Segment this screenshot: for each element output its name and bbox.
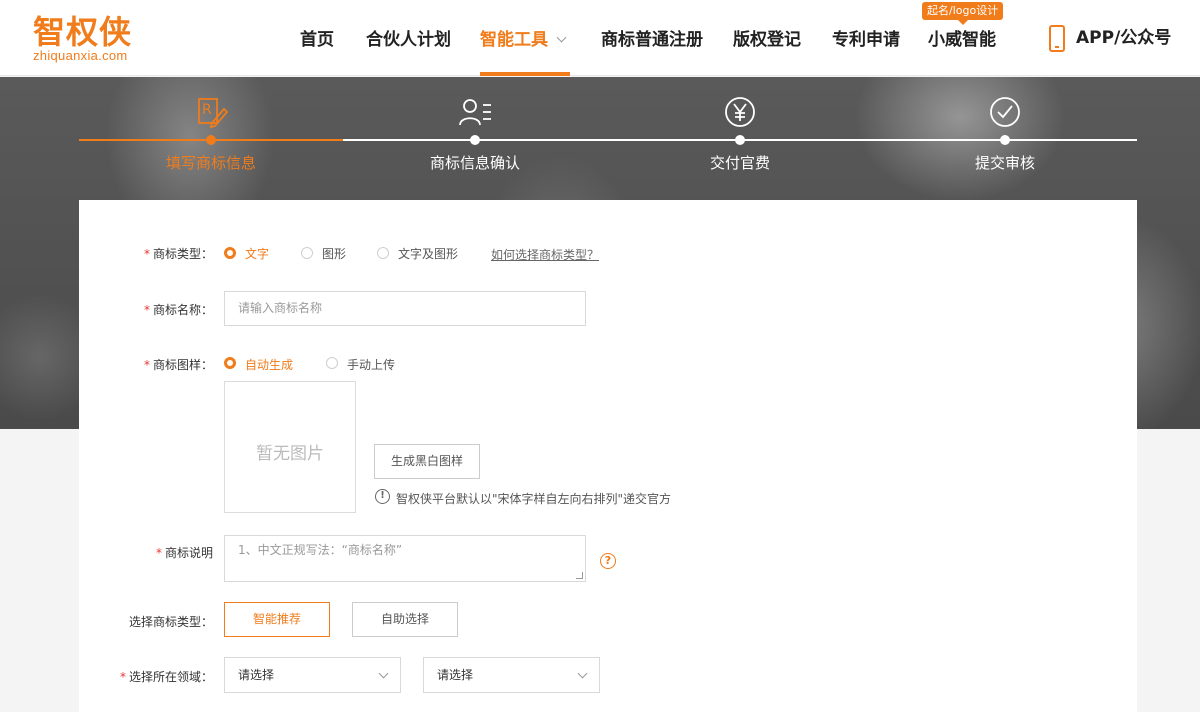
nav-app-wechat[interactable]: APP/公众号 bbox=[1076, 26, 1171, 54]
no-image-text: 暂无图片 bbox=[256, 444, 324, 464]
trademark-description-textarea[interactable]: 1、中文正规写法：“商标名称” bbox=[224, 535, 586, 582]
trademark-form: * 商标类型： 文字 图形 文字及图形 如何选择商标类型？ * 商标名称： 请输入商… bbox=[79, 200, 1137, 712]
step-dot-2 bbox=[470, 135, 480, 145]
pattern-label: * 商标图样： bbox=[143, 358, 213, 372]
site-logo[interactable]: 智权侠 zhiquanxia.com bbox=[33, 14, 163, 70]
choose-type-label: 选择商标类型： bbox=[128, 615, 213, 629]
type-radio-text[interactable] bbox=[224, 247, 236, 259]
chevron-down-icon bbox=[556, 32, 567, 43]
nav-partner-program[interactable]: 合伙人计划 bbox=[366, 28, 451, 56]
logo-domain: zhiquanxia.com bbox=[33, 48, 128, 63]
field-select-primary-value: 请选择 bbox=[238, 668, 275, 682]
description-label: * 商标说明 bbox=[155, 546, 213, 560]
step-label-4: 提交审核 bbox=[974, 154, 1035, 172]
nav-smart-tools-label: 智能工具 bbox=[480, 30, 548, 50]
nav-home[interactable]: 首页 bbox=[300, 28, 334, 56]
nav-active-indicator bbox=[480, 72, 570, 76]
nav-smart-tools[interactable]: 智能工具 bbox=[480, 28, 567, 56]
pattern-note: 智权侠平台默认以"宋体字样自左向右排列"递交官方 bbox=[396, 492, 672, 506]
field-select-secondary[interactable]: 请选择 bbox=[423, 657, 600, 693]
pattern-radio-upload[interactable] bbox=[326, 357, 338, 369]
pattern-option-upload[interactable]: 手动上传 bbox=[347, 356, 395, 373]
site-header: 智权侠 zhiquanxia.com 首页 合伙人计划 智能工具 商标普通注册 … bbox=[0, 0, 1200, 76]
pattern-preview-box: 暂无图片 bbox=[224, 381, 356, 513]
type-option-text-graphic[interactable]: 文字及图形 bbox=[398, 245, 458, 262]
field-select-secondary-value: 请选择 bbox=[437, 668, 474, 682]
trademark-name-input[interactable]: 请输入商标名称 bbox=[224, 291, 586, 326]
chevron-down-icon bbox=[577, 668, 588, 679]
type-option-text[interactable]: 文字 bbox=[245, 245, 269, 262]
type-option-graphic[interactable]: 图形 bbox=[322, 245, 346, 262]
description-placeholder: 1、中文正规写法：“商标名称” bbox=[238, 543, 403, 557]
self-select-button[interactable]: 自助选择 bbox=[352, 602, 458, 637]
question-icon[interactable]: ? bbox=[600, 553, 616, 569]
step-dot-4 bbox=[1000, 135, 1010, 145]
name-label: * 商标名称： bbox=[143, 303, 213, 317]
step-label-2: 商标信息确认 bbox=[429, 154, 520, 172]
nav-copyright-registration[interactable]: 版权登记 bbox=[733, 28, 801, 56]
smart-recommend-button[interactable]: 智能推荐 bbox=[224, 602, 330, 637]
generate-bw-pattern-button[interactable]: 生成黑白图样 bbox=[374, 444, 480, 479]
field-label: * 选择所在领域： bbox=[119, 670, 213, 684]
nav-xiaowei-smart[interactable]: 小威智能 bbox=[928, 28, 996, 56]
type-label: * 商标类型： bbox=[143, 247, 213, 261]
logo-chinese: 智权侠 bbox=[33, 13, 133, 51]
registered-pen-icon: R bbox=[198, 98, 228, 129]
step-label-1: 填写商标信息 bbox=[165, 154, 256, 172]
nav-patent-application[interactable]: 专利申请 bbox=[832, 28, 900, 56]
svg-text:R: R bbox=[202, 102, 212, 118]
type-help-link[interactable]: 如何选择商标类型？ bbox=[491, 246, 599, 263]
user-list-icon bbox=[459, 99, 491, 126]
resize-grip-icon[interactable] bbox=[576, 572, 583, 579]
chevron-down-icon bbox=[378, 668, 389, 679]
check-circle-icon bbox=[990, 97, 1020, 127]
pattern-option-auto[interactable]: 自动生成 bbox=[245, 356, 293, 373]
yen-icon bbox=[725, 97, 755, 127]
naming-logo-badge[interactable]: 起名/logo设计 bbox=[922, 2, 1004, 25]
type-radio-text-graphic[interactable] bbox=[377, 247, 389, 259]
phone-icon bbox=[1049, 25, 1065, 52]
nav-trademark-registration[interactable]: 商标普通注册 bbox=[601, 28, 703, 56]
step-dot-1 bbox=[206, 135, 216, 145]
step-label-3: 交付官费 bbox=[709, 154, 770, 172]
step-dot-3 bbox=[735, 135, 745, 145]
pattern-radio-auto[interactable] bbox=[224, 357, 236, 369]
info-icon: ! bbox=[375, 489, 390, 504]
type-radio-graphic[interactable] bbox=[301, 247, 313, 259]
field-select-primary[interactable]: 请选择 bbox=[224, 657, 401, 693]
